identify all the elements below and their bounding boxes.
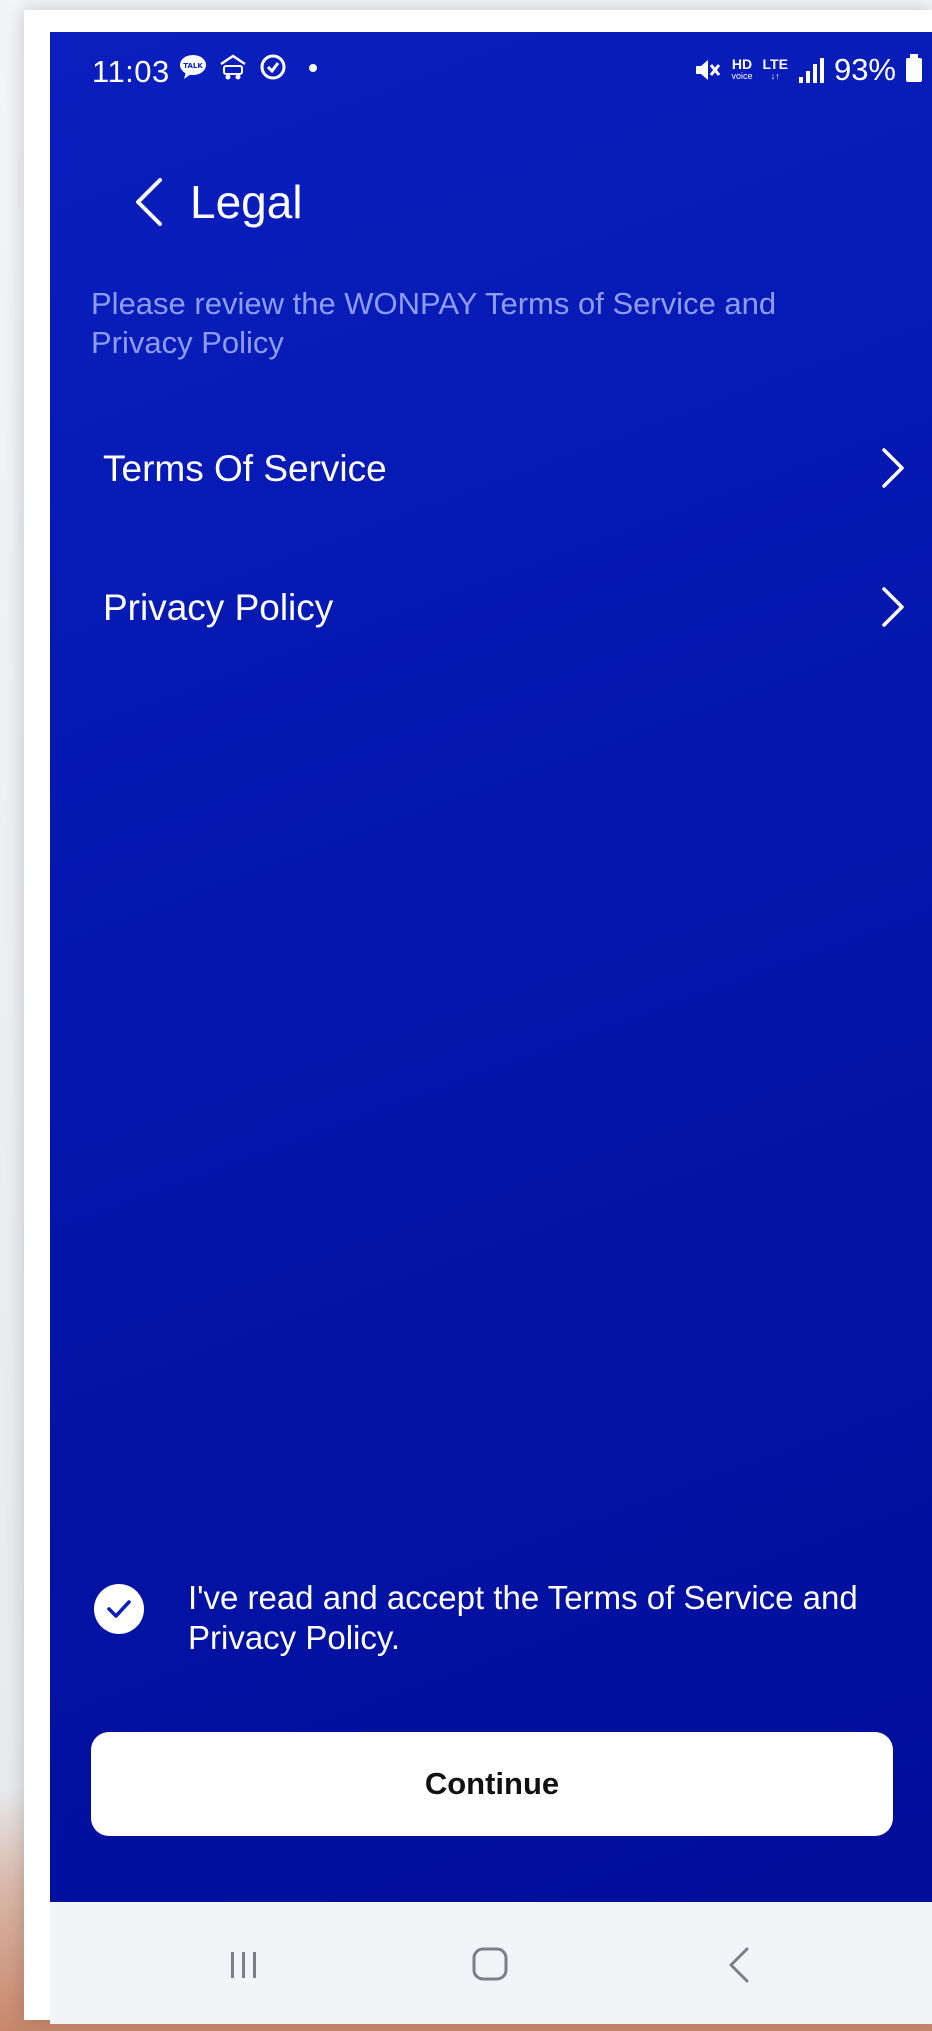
mute-icon xyxy=(695,60,720,80)
back-button[interactable] xyxy=(114,166,186,238)
svg-text:TALK: TALK xyxy=(183,62,203,70)
terms-of-service-label: Terms Of Service xyxy=(103,448,387,489)
privacy-policy-row[interactable]: Privacy Policy xyxy=(50,551,932,661)
battery-percent: 93% xyxy=(833,52,896,87)
checkmark-icon xyxy=(107,1600,131,1618)
notification-icons: TALK xyxy=(178,52,328,82)
system-icons: HD voice LTE ↓↑ 93% xyxy=(692,52,922,88)
accept-terms-group: I've read and accept the Terms of Servic… xyxy=(94,1578,894,1668)
recent-apps-icon xyxy=(231,1952,256,1978)
chevron-left-icon xyxy=(136,178,162,226)
target-icon xyxy=(260,54,286,80)
lte-icon: LTE ↓↑ xyxy=(762,56,788,81)
signal-icon xyxy=(798,58,824,83)
system-back-button[interactable] xyxy=(710,1940,770,1990)
recent-apps-button[interactable] xyxy=(214,1940,274,1990)
car-icon xyxy=(220,54,246,80)
continue-button[interactable]: Continue xyxy=(91,1732,893,1836)
back-icon xyxy=(729,1947,749,1983)
accept-checkbox[interactable] xyxy=(94,1584,144,1634)
hd-sub-label: voice xyxy=(731,71,753,81)
talk-icon: TALK xyxy=(180,55,206,79)
status-time: 11:03 xyxy=(92,54,170,89)
privacy-policy-label: Privacy Policy xyxy=(103,587,334,628)
page-subtitle: Please review the WONPAY Terms of Servic… xyxy=(91,286,777,360)
system-nav-bar xyxy=(50,1902,932,2024)
terms-of-service-row[interactable]: Terms Of Service xyxy=(50,412,932,522)
hd-voice-icon: HD voice xyxy=(731,57,753,82)
chevron-right-icon xyxy=(882,448,904,488)
status-bar: 11:03 TALK HD voice LTE ↓↑ 93% xyxy=(50,32,932,112)
accept-label: I've read and accept the Terms of Servic… xyxy=(188,1579,858,1656)
home-button[interactable] xyxy=(460,1940,520,1990)
phone-screen: 11:03 TALK HD voice LTE ↓↑ 93% Legal Ple… xyxy=(50,32,932,2024)
battery-icon xyxy=(906,54,922,82)
legal-screen: 11:03 TALK HD voice LTE ↓↑ 93% Legal Ple… xyxy=(50,32,932,1902)
page-title: Legal xyxy=(190,176,303,228)
chevron-right-icon xyxy=(882,587,904,627)
home-icon xyxy=(472,1947,508,1981)
continue-label: Continue xyxy=(424,1766,560,1801)
dot-icon xyxy=(309,64,317,72)
